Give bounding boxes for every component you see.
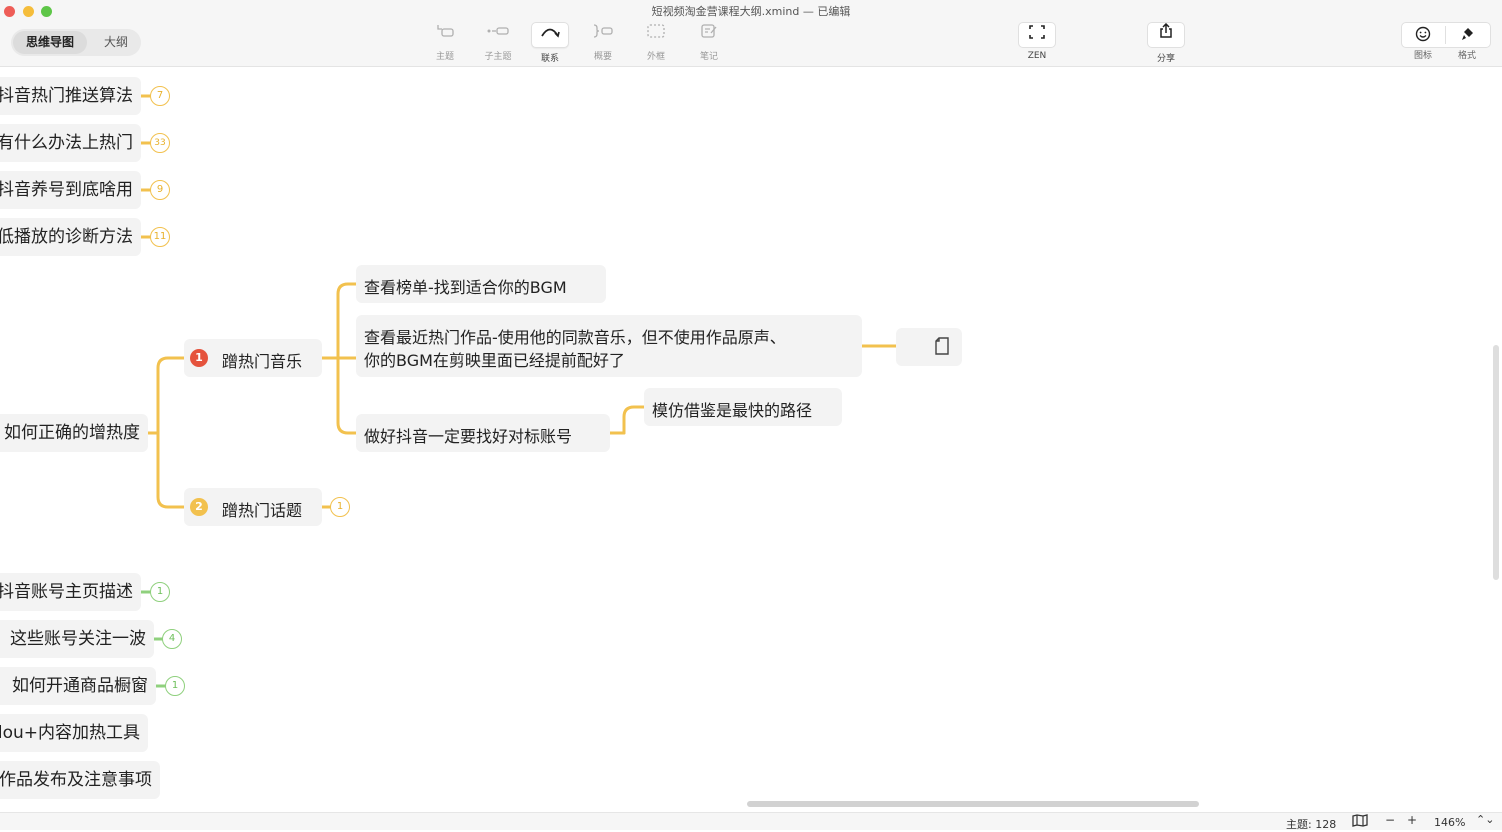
- summary-button[interactable]: 概要: [583, 22, 623, 62]
- tab-outline[interactable]: 大纲: [93, 31, 139, 54]
- topic-label: 这些账号关注一波: [10, 629, 146, 649]
- boundary-dashed-box-icon: [638, 22, 674, 46]
- relationship-curve-icon: [531, 22, 569, 48]
- map-view-icon[interactable]: [1352, 814, 1368, 830]
- topic-follow-accounts[interactable]: 这些账号关注一波: [0, 620, 154, 658]
- summary-bracket-icon: [585, 22, 621, 46]
- priority-2-icon: 2: [190, 498, 208, 516]
- topic-label-line1: 查看最近热门作品-使用他的同款音乐，但不使用作品原声、: [364, 328, 786, 347]
- topic-label: 作品发布及注意事项: [0, 770, 152, 790]
- format-panel-label: 格式: [1457, 51, 1476, 61]
- collapsed-count-badge[interactable]: 1: [330, 497, 350, 517]
- attached-note[interactable]: [896, 328, 962, 366]
- icon-panel-label: 图标: [1413, 51, 1432, 61]
- share-label: 分享: [1156, 54, 1175, 64]
- toolbar: 短视频淘金营课程大纲.xmind — 已编辑 思维导图 大纲 主题 子主题 联系…: [0, 0, 1502, 67]
- topic-imitate[interactable]: 模仿借鉴是最快的路径: [644, 388, 842, 426]
- collapsed-count-badge[interactable]: 1: [165, 676, 185, 696]
- topic-account-warming[interactable]: 抖音养号到底啥用: [0, 171, 141, 209]
- tab-mindmap[interactable]: 思维导图: [13, 31, 87, 54]
- boundary-button[interactable]: 外框: [636, 22, 676, 62]
- topic-count: 主题: 128: [1286, 818, 1337, 831]
- subtopic-hot-topic[interactable]: 2 蹭热门话题: [184, 488, 322, 526]
- topic-product-showcase[interactable]: 如何开通商品橱窗: [0, 667, 156, 705]
- window-title: 短视频淘金营课程大纲.xmind — 已编辑: [651, 5, 851, 18]
- topic-label: 做好抖音一定要找好对标账号: [364, 427, 573, 446]
- topic-dou-plus[interactable]: dou+内容加热工具: [0, 714, 148, 752]
- zen-button[interactable]: ZEN: [1016, 22, 1058, 61]
- relationship-label: 联系: [540, 54, 559, 64]
- zoom-stepper-icon[interactable]: ⌃⌄: [1476, 813, 1494, 826]
- topic-button[interactable]: 主题: [425, 22, 465, 62]
- zoom-in-button[interactable]: +: [1407, 813, 1417, 827]
- topic-label: 低播放的诊断方法: [0, 227, 133, 247]
- zen-label: ZEN: [1027, 51, 1047, 61]
- boundary-label: 外框: [646, 52, 665, 62]
- topic-label: 如何开通商品橱窗: [12, 676, 148, 696]
- zoom-out-button[interactable]: −: [1385, 813, 1395, 827]
- subtopic-hot-music[interactable]: 1 蹭热门音乐: [184, 339, 322, 377]
- format-panel-button[interactable]: 格式: [1445, 28, 1489, 61]
- subtopic-icon: [480, 22, 516, 46]
- summary-label: 概要: [593, 52, 612, 62]
- priority-1-icon: 1: [190, 349, 208, 367]
- mindmap-canvas[interactable]: 抖音热门推送算法 7 有什么办法上热门 33 抖音养号到底啥用 9 低播放的诊断…: [0, 67, 1502, 802]
- share-icon: [1147, 22, 1185, 48]
- topic-label-line2: 你的BGM在剪映里面已经提前配好了: [364, 351, 625, 370]
- view-switch: 思维导图 大纲: [11, 29, 141, 56]
- topic-label: 抖音账号主页描述: [0, 582, 133, 602]
- topic-label: 抖音养号到底啥用: [0, 180, 133, 200]
- subtopic-label: 子主题: [484, 52, 512, 62]
- fullscreen-icon: [1018, 22, 1056, 48]
- zoom-level[interactable]: 146%: [1434, 816, 1465, 829]
- branch-lines: [139, 94, 898, 688]
- topic-label: 模仿借鉴是最快的路径: [652, 401, 813, 420]
- topic-hot-algorithm[interactable]: 抖音热门推送算法: [0, 77, 141, 115]
- topic-label: 查看榜单-找到适合你的BGM: [364, 278, 567, 297]
- topic-recent-hot-works[interactable]: 查看最近热门作品-使用他的同款音乐，但不使用作品原声、 你的BGM在剪映里面已经…: [356, 315, 862, 377]
- horizontal-scrollbar[interactable]: [747, 801, 1199, 807]
- smiley-icon: [1401, 22, 1445, 46]
- subtopic-label: 蹭热门音乐: [222, 352, 303, 371]
- topic-label: dou+内容加热工具: [0, 723, 140, 743]
- topic-benchmark-account[interactable]: 做好抖音一定要找好对标账号: [356, 414, 610, 452]
- topic-publish-notes[interactable]: 作品发布及注意事项: [0, 761, 160, 799]
- icon-panel-button[interactable]: 图标: [1401, 26, 1445, 61]
- topic-low-play-diagnosis[interactable]: 低播放的诊断方法: [0, 218, 141, 256]
- topic-label: 如何正确的增热度: [4, 423, 140, 443]
- note-pencil-icon: [691, 22, 727, 46]
- subtopic-label: 蹭热门话题: [222, 501, 303, 520]
- status-bar: 主题: 128 − + 146% ⌃⌄: [0, 812, 1502, 831]
- topic-check-chart[interactable]: 查看榜单-找到适合你的BGM: [356, 265, 606, 303]
- note-label: 笔记: [699, 52, 718, 62]
- vertical-scrollbar[interactable]: [1493, 345, 1499, 580]
- topic-label: 主题: [435, 52, 454, 62]
- relationship-button[interactable]: 联系: [530, 22, 570, 64]
- collapsed-count-badge[interactable]: 1: [150, 582, 170, 602]
- topic-label: 有什么办法上热门: [0, 133, 133, 153]
- topic-increase-heat[interactable]: 如何正确的增热度: [0, 414, 148, 452]
- topic-profile-description[interactable]: 抖音账号主页描述: [0, 573, 141, 611]
- collapsed-count-badge[interactable]: 33: [150, 133, 170, 153]
- subtopic-button[interactable]: 子主题: [478, 22, 518, 62]
- topic-get-trending[interactable]: 有什么办法上热门: [0, 124, 141, 162]
- note-button[interactable]: 笔记: [689, 22, 729, 62]
- topic-icon: [427, 22, 463, 46]
- share-button[interactable]: 分享: [1145, 22, 1187, 64]
- collapsed-count-badge[interactable]: 4: [162, 629, 182, 649]
- collapsed-count-badge[interactable]: 11: [150, 227, 170, 247]
- brush-icon: [1445, 22, 1489, 46]
- topic-label: 抖音热门推送算法: [0, 86, 133, 106]
- note-icon: [934, 337, 950, 359]
- collapsed-count-badge[interactable]: 9: [150, 180, 170, 200]
- collapsed-count-badge[interactable]: 7: [150, 86, 170, 106]
